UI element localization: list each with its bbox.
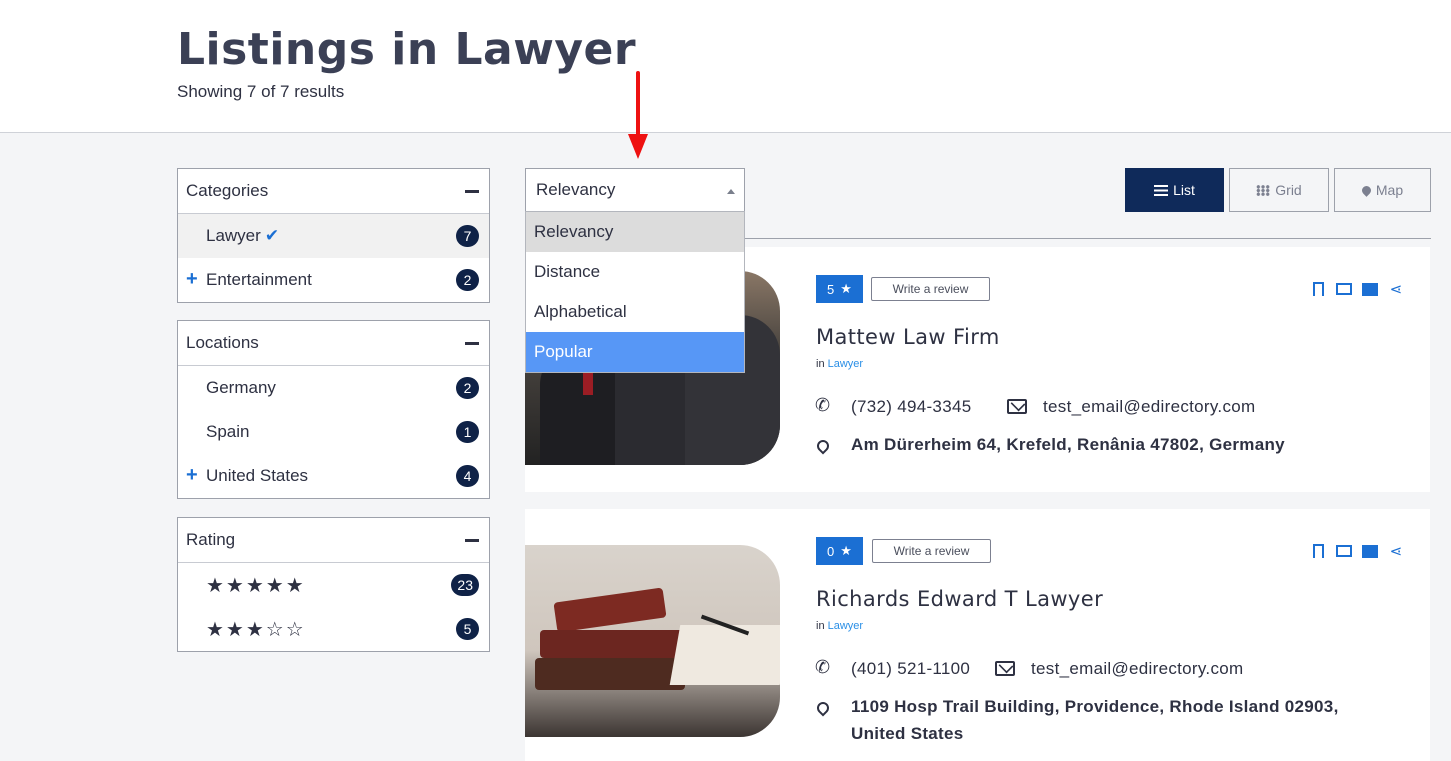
- sort-option-popular[interactable]: Popular: [526, 332, 744, 372]
- listing-category: in Lawyer: [816, 358, 864, 370]
- listing-email[interactable]: test_email@edirectory.com: [1031, 659, 1243, 679]
- sort-option-distance[interactable]: Distance: [526, 252, 744, 292]
- write-review-button[interactable]: Write a review: [871, 277, 990, 301]
- listing-actions: ⋖: [1310, 543, 1404, 560]
- listing-title[interactable]: Richards Edward T Lawyer: [816, 587, 1103, 611]
- toolbar-divider: [745, 238, 1431, 239]
- results-count: Showing 7 of 7 results: [177, 82, 345, 101]
- count-badge: 23: [451, 574, 479, 596]
- listing-card: 0 ★ Write a review ⋖ Richards Edward T La…: [525, 509, 1430, 761]
- annotation-arrow-shaft: [636, 71, 640, 137]
- categories-header[interactable]: Categories: [178, 169, 489, 214]
- envelope-icon[interactable]: [1362, 281, 1378, 297]
- listing-category: in Lawyer: [816, 620, 864, 632]
- category-label: Lawyer: [206, 226, 261, 245]
- monitor-icon[interactable]: [1336, 281, 1352, 297]
- caret-up-icon: [727, 189, 735, 194]
- sort-option-relevancy[interactable]: Relevancy: [526, 212, 744, 252]
- location-pin-icon: [814, 699, 832, 717]
- location-pin-icon: [814, 437, 832, 455]
- star-icon: ★: [840, 543, 852, 558]
- sort-select[interactable]: Relevancy: [525, 168, 745, 212]
- share-icon[interactable]: ⋖: [1388, 281, 1404, 298]
- collapse-icon[interactable]: [465, 189, 479, 193]
- collapse-icon[interactable]: [465, 341, 479, 345]
- location-label: Spain: [206, 422, 250, 441]
- count-badge: 1: [456, 421, 479, 443]
- listing-phone[interactable]: (732) 494-3345: [851, 397, 971, 417]
- view-grid-button[interactable]: Grid: [1229, 168, 1329, 212]
- location-label: United States: [206, 466, 309, 485]
- plus-icon[interactable]: +: [186, 465, 198, 485]
- view-map-button[interactable]: Map: [1334, 168, 1431, 212]
- category-item-lawyer[interactable]: Lawyer ✔ 7: [178, 214, 489, 258]
- write-review-button[interactable]: Write a review: [872, 539, 991, 563]
- rating-item-3-stars[interactable]: ★★★☆☆ 5: [178, 607, 489, 651]
- listing-address: Am Dürerheim 64, Krefeld, Renânia 47802,…: [851, 435, 1285, 454]
- mail-icon: [995, 661, 1015, 676]
- envelope-icon[interactable]: [1362, 543, 1378, 559]
- listing-actions: ⋖: [1310, 281, 1404, 298]
- locations-title: Locations: [186, 333, 259, 352]
- bookmark-icon[interactable]: [1310, 543, 1326, 559]
- rating-header[interactable]: Rating: [178, 518, 489, 563]
- count-badge: 7: [456, 225, 479, 247]
- star-rating-icon: ★★★☆☆: [206, 618, 306, 641]
- list-icon: [1154, 184, 1169, 196]
- sort-option-alphabetical[interactable]: Alphabetical: [526, 292, 744, 332]
- listing-title[interactable]: Mattew Law Firm: [816, 325, 1000, 349]
- listing-image[interactable]: [525, 545, 780, 737]
- location-item-spain[interactable]: Spain 1: [178, 410, 489, 454]
- locations-header[interactable]: Locations: [178, 321, 489, 366]
- count-badge: 2: [456, 377, 479, 399]
- locations-panel: Locations Germany 2 Spain 1 + United Sta…: [177, 320, 490, 499]
- sort-selected-value: Relevancy: [536, 180, 616, 199]
- category-item-entertainment[interactable]: + Entertainment 2: [178, 258, 489, 302]
- view-list-button[interactable]: List: [1125, 168, 1224, 212]
- star-icon: ★: [840, 281, 852, 296]
- count-badge: 2: [456, 269, 479, 291]
- rating-item-5-stars[interactable]: ★★★★★ 23: [178, 563, 489, 607]
- category-label: Entertainment: [206, 270, 312, 289]
- annotation-arrow-head: [628, 134, 648, 159]
- page-header: Listings in Lawyer Showing 7 of 7 result…: [0, 0, 1451, 133]
- rating-score-box: 0 ★: [816, 537, 863, 565]
- listing-email[interactable]: test_email@edirectory.com: [1043, 397, 1255, 417]
- categories-title: Categories: [186, 181, 269, 200]
- listing-phone[interactable]: (401) 521-1100: [851, 659, 970, 679]
- collapse-icon[interactable]: [465, 538, 479, 542]
- share-icon[interactable]: ⋖: [1388, 543, 1404, 560]
- sort-dropdown: Relevancy Distance Alphabetical Popular: [525, 211, 745, 373]
- mail-icon: [1007, 399, 1027, 414]
- monitor-icon[interactable]: [1336, 543, 1352, 559]
- grid-icon: [1256, 184, 1271, 196]
- plus-icon[interactable]: +: [186, 269, 198, 289]
- location-item-united-states[interactable]: + United States 4: [178, 454, 489, 498]
- bookmark-icon[interactable]: [1310, 281, 1326, 297]
- count-badge: 5: [456, 618, 479, 640]
- rating-score-box: 5 ★: [816, 275, 863, 303]
- rating-title: Rating: [186, 530, 236, 549]
- location-item-germany[interactable]: Germany 2: [178, 366, 489, 410]
- location-label: Germany: [206, 378, 276, 397]
- checkmark-icon: ✔: [264, 226, 280, 245]
- categories-panel: Categories Lawyer ✔ 7 + Entertainment 2: [177, 168, 490, 303]
- phone-icon: ✆: [815, 395, 831, 415]
- listing-address-line2: United States: [851, 724, 964, 743]
- page-title: Listings in Lawyer: [177, 24, 637, 75]
- count-badge: 4: [456, 465, 479, 487]
- star-rating-icon: ★★★★★: [206, 574, 306, 597]
- phone-icon: ✆: [815, 657, 831, 677]
- rating-panel: Rating ★★★★★ 23 ★★★☆☆ 5: [177, 517, 490, 652]
- map-pin-icon: [1360, 183, 1373, 197]
- listing-address-line1: 1109 Hosp Trail Building, Providence, Rh…: [851, 697, 1339, 716]
